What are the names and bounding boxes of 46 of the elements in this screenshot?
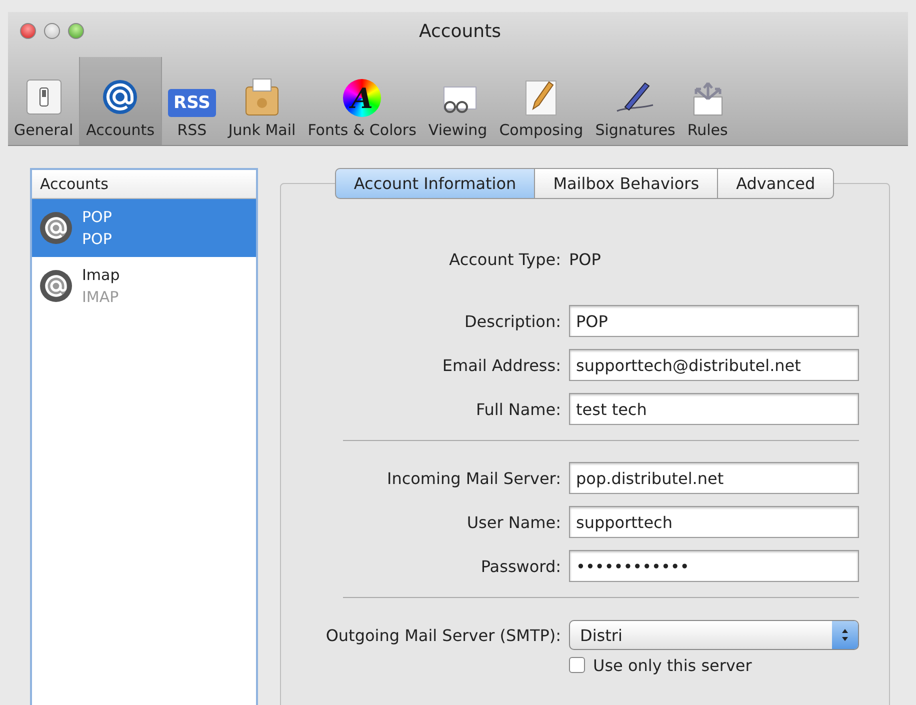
input-field[interactable]: supporttech@distributel.net <box>569 349 859 381</box>
field-label: User Name: <box>466 512 561 532</box>
at-sign-icon <box>38 268 74 304</box>
toolbar-button[interactable]: Signatures <box>589 57 682 145</box>
field-label: Full Name: <box>474 400 561 418</box>
input-field[interactable]: pop.distributel.net <box>569 462 859 494</box>
account-type: IMAP <box>82 287 120 308</box>
toolbar-button[interactable]: A Fonts & Colors <box>302 57 422 145</box>
zoom-button[interactable] <box>68 23 84 39</box>
account-name: POP <box>82 207 112 228</box>
account-item[interactable]: POP POP <box>32 199 256 257</box>
input-field[interactable]: supporttech <box>569 506 859 538</box>
input-field[interactable]: POP <box>569 305 859 337</box>
field-label: Password: <box>480 556 561 576</box>
tab[interactable]: Account Information <box>334 168 536 199</box>
account-type: POP <box>82 229 112 250</box>
field-label: Account Type: <box>448 250 561 268</box>
field-label: Email Address: <box>441 356 561 374</box>
color-wheel-icon: A <box>343 79 382 117</box>
switch-icon <box>24 77 64 117</box>
toolbar-button[interactable]: Composing <box>493 57 590 145</box>
input-field[interactable]: •••••••••••• <box>569 550 859 582</box>
account-type-value: POP <box>569 250 602 268</box>
account-item[interactable]: Imap IMAP <box>32 257 256 315</box>
window-title: Accounts <box>418 20 502 42</box>
toolbar-button[interactable]: Rules <box>681 57 734 145</box>
close-button[interactable] <box>20 23 36 39</box>
at-sign-icon <box>38 210 74 246</box>
checkbox[interactable] <box>569 657 585 673</box>
checkbox-label: Use only this server <box>593 656 752 674</box>
minimize-button[interactable] <box>44 23 60 39</box>
toolbar-button[interactable]: Junk Mail <box>222 57 302 145</box>
input-field[interactable]: test tech <box>569 393 859 425</box>
toolbar-button[interactable]: Viewing <box>422 57 494 145</box>
rss-icon: RSS <box>168 89 216 117</box>
tab[interactable]: Mailbox Behaviors <box>534 168 718 199</box>
toolbar-button[interactable]: RSS RSS <box>162 57 222 145</box>
field-label: Description: <box>463 312 561 330</box>
field-label: Outgoing Mail Server (SMTP): <box>324 626 561 644</box>
toolbar-button[interactable]: Accounts <box>79 57 162 145</box>
field-label: Incoming Mail Server: <box>386 468 561 488</box>
toolbar-button[interactable]: General <box>8 57 80 145</box>
server-dropdown[interactable]: Distri <box>569 620 859 650</box>
account-name: Imap <box>82 265 120 286</box>
stepper-arrows-icon <box>841 628 849 642</box>
tab[interactable]: Advanced <box>717 168 834 199</box>
